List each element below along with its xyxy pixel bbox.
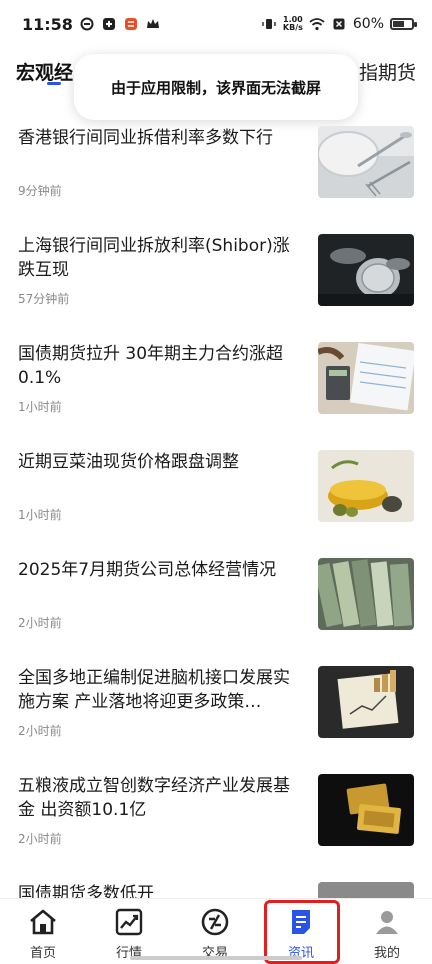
news-title: 2025年7月期货公司总体经营情况 bbox=[18, 560, 277, 580]
nav-trade[interactable]: 交易 bbox=[172, 899, 258, 964]
status-right: 1.00 KB/s 60% bbox=[261, 16, 417, 32]
battery-icon bbox=[390, 18, 417, 30]
status-bar: 11:58 1.00 KB/s 60% bbox=[0, 0, 432, 48]
chart-icon bbox=[114, 907, 144, 937]
home-icon bbox=[28, 907, 58, 937]
news-thumbnail bbox=[318, 558, 414, 630]
battery-fill bbox=[393, 21, 404, 27]
status-time: 11:58 bbox=[22, 14, 73, 34]
app-notification-icon-3 bbox=[123, 16, 139, 32]
app-notification-icon bbox=[79, 16, 95, 32]
news-title: 全国多地正编制促进脑机接口发展实施方案 产业落地将迎更多政策… bbox=[18, 668, 290, 712]
news-thumbnail bbox=[318, 666, 414, 738]
battery-percent: 60% bbox=[352, 16, 384, 32]
nav-home-label: 首页 bbox=[29, 946, 56, 961]
wifi-icon bbox=[309, 16, 325, 32]
news-title: 国债期货拉升 30年期主力合约涨超0.1% bbox=[18, 344, 284, 388]
news-time: 2小时前 bbox=[18, 616, 62, 630]
home-indicator bbox=[130, 956, 302, 960]
net-speed: 1.00 KB/s bbox=[283, 16, 303, 32]
status-left: 11:58 bbox=[22, 15, 161, 34]
news-item[interactable]: 全国多地正编制促进脑机接口发展实施方案 产业落地将迎更多政策… 2小时前 bbox=[0, 666, 432, 774]
news-time: 2小时前 bbox=[18, 724, 62, 738]
news-time: 9分钟前 bbox=[18, 184, 62, 198]
nav-market[interactable]: 行情 bbox=[86, 899, 172, 964]
net-speed-unit: KB/s bbox=[282, 23, 303, 32]
news-title: 香港银行间同业拆借利率多数下行 bbox=[18, 128, 273, 148]
tab-macro-economy[interactable]: 宏观经 bbox=[16, 58, 73, 85]
news-item[interactable]: 上海银行间同业拆放利率(Shibor)涨跌互现 57分钟前 bbox=[0, 234, 432, 342]
vibrate-icon bbox=[261, 16, 277, 32]
nav-profile-label: 我的 bbox=[373, 946, 400, 961]
news-time: 1小时前 bbox=[18, 400, 62, 414]
news-item[interactable]: 香港银行间同业拆借利率多数下行 9分钟前 bbox=[0, 126, 432, 234]
news-time: 1小时前 bbox=[18, 508, 62, 522]
news-title: 五粮液成立智创数字经济产业发展基金 出资额10.1亿 bbox=[18, 776, 290, 820]
nav-home[interactable]: 首页 bbox=[0, 899, 86, 964]
tab-index-futures[interactable]: 指期货 bbox=[359, 58, 416, 85]
news-thumbnail bbox=[318, 342, 414, 414]
toast-message: 由于应用限制，该界面无法截屏 bbox=[110, 78, 321, 97]
news-thumbnail bbox=[318, 774, 414, 846]
screenshot-restricted-toast: 由于应用限制，该界面无法截屏 bbox=[74, 54, 358, 120]
news-thumbnail bbox=[318, 126, 414, 198]
active-tab-highlight bbox=[264, 900, 340, 964]
news-title: 近期豆菜油现货价格跟盘调整 bbox=[18, 452, 239, 472]
news-item[interactable]: 国债期货拉升 30年期主力合约涨超0.1% 1小时前 bbox=[0, 342, 432, 450]
tab-active-indicator bbox=[47, 82, 61, 85]
profile-icon bbox=[372, 907, 402, 937]
bottom-navigation: 首页 行情 交易 资讯 我的 bbox=[0, 898, 432, 964]
news-thumbnail bbox=[318, 450, 414, 522]
news-title: 上海银行间同业拆放利率(Shibor)涨跌互现 bbox=[18, 236, 290, 280]
news-time: 57分钟前 bbox=[18, 292, 70, 306]
news-time: 2小时前 bbox=[18, 832, 62, 846]
news-thumbnail bbox=[318, 234, 414, 306]
news-item[interactable]: 五粮液成立智创数字经济产业发展基金 出资额10.1亿 2小时前 bbox=[0, 774, 432, 882]
nav-profile[interactable]: 我的 bbox=[344, 899, 430, 964]
news-item[interactable]: 近期豆菜油现货价格跟盘调整 1小时前 bbox=[0, 450, 432, 558]
trade-icon bbox=[200, 907, 230, 937]
crown-icon bbox=[145, 16, 161, 32]
app-notification-icon-2 bbox=[101, 16, 117, 32]
close-box-icon bbox=[331, 16, 347, 32]
news-item[interactable]: 2025年7月期货公司总体经营情况 2小时前 bbox=[0, 558, 432, 666]
